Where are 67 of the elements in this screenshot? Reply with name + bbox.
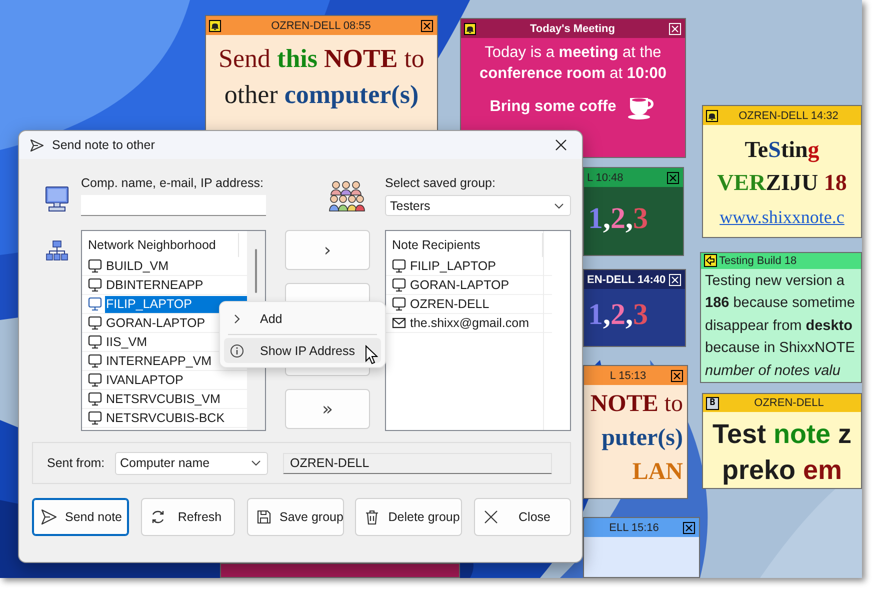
transfer-button[interactable]: › bbox=[285, 230, 370, 270]
dialog-button[interactable]: Send note bbox=[32, 498, 129, 536]
note-text: conference room at 10:00 bbox=[480, 65, 666, 82]
list-item[interactable]: INTERNEAPP_VM bbox=[105, 352, 213, 370]
note-title: L 15:13 bbox=[608, 370, 648, 382]
note-text: LAN bbox=[632, 459, 683, 485]
note-badge[interactable]: B bbox=[706, 396, 719, 410]
note-title-bar[interactable]: L 15:13 bbox=[584, 366, 687, 385]
sender-name-field[interactable]: OZREN-DELL bbox=[283, 452, 552, 474]
note-text: because in ShixxNOTE bbox=[705, 340, 855, 356]
group-dropdown[interactable]: Testers bbox=[385, 195, 571, 216]
list-item[interactable]: BUILD_VM bbox=[105, 258, 170, 274]
note-text: number of notes valu bbox=[705, 362, 840, 378]
column-header: Network Neighborhood bbox=[82, 233, 239, 257]
window-title: Send note to other bbox=[52, 138, 156, 152]
sender-dropdown[interactable]: Computer name bbox=[115, 452, 268, 474]
note-text: Today is a meeting at the bbox=[484, 44, 662, 61]
menu-item[interactable]: Show IP Address bbox=[224, 338, 381, 363]
field-label: Sent from: bbox=[47, 456, 106, 470]
dialog-button[interactable]: Save group bbox=[246, 498, 344, 536]
list-item[interactable]: IVANLAPTOP bbox=[105, 372, 184, 388]
note-title-bar[interactable]: ELL 15:16 bbox=[584, 518, 699, 537]
list-item[interactable]: GORAN-LAPTOP bbox=[105, 314, 206, 332]
note-text: NOTE to bbox=[590, 391, 683, 417]
note-title: OZREN-DELL bbox=[753, 397, 825, 409]
note-text: TeSting bbox=[744, 137, 820, 162]
dialog-button[interactable]: Delete group bbox=[355, 498, 462, 536]
note-title: Today's Meeting bbox=[529, 22, 616, 34]
note-title: OZREN-DELL 14:32 bbox=[738, 110, 840, 122]
dialog-button[interactable]: Refresh bbox=[140, 498, 235, 536]
note-text: Send this NOTE to bbox=[218, 44, 424, 73]
note-text: 1,2,3 bbox=[588, 298, 648, 331]
note-title-bar[interactable]: OZREN-DELL 08:55 bbox=[206, 16, 437, 35]
list-item[interactable]: NETSRVCUBIS_VM bbox=[105, 390, 222, 408]
link[interactable]: www.shixxnote.c bbox=[720, 207, 844, 227]
note-title: L 10:48 bbox=[587, 172, 624, 184]
note-text: 186 because sometime bbox=[705, 295, 855, 311]
note-title-bar[interactable]: B OZREN-DELL bbox=[703, 394, 861, 412]
transfer-button[interactable]: » bbox=[285, 389, 370, 429]
list-item[interactable]: DBINTERNEAPP bbox=[105, 276, 204, 294]
list-item[interactable]: the.shixx@gmail.com bbox=[409, 314, 530, 332]
note-text: puter(s) bbox=[602, 425, 683, 451]
note-text: other computer(s) bbox=[224, 80, 419, 109]
note-text: disappear from deskto bbox=[705, 318, 852, 334]
list-item[interactable]: IIS_VM bbox=[105, 334, 148, 350]
note-title: ELL 15:16 bbox=[608, 522, 660, 534]
note-text: preko em bbox=[722, 455, 842, 485]
note-title: EN-DELL 14:40 bbox=[587, 274, 667, 286]
note-title-bar[interactable]: L 10:48 bbox=[584, 168, 683, 187]
list-item[interactable]: GORAN-LAPTOP bbox=[409, 276, 510, 294]
note-title-bar[interactable]: Today's Meeting bbox=[461, 19, 685, 38]
field-label: Select saved group: bbox=[385, 176, 496, 191]
note-title: OZREN-DELL 08:55 bbox=[270, 20, 372, 32]
note-text: VERZIJU 18 bbox=[717, 170, 847, 195]
dialog-button[interactable]: Close bbox=[474, 498, 571, 536]
note-title-bar[interactable]: EN-DELL 14:40 bbox=[584, 270, 685, 289]
note-text: Test note z bbox=[712, 419, 852, 449]
note-title: Testing Build 18 bbox=[719, 254, 798, 267]
list-item[interactable]: NETSRVCUBIS-BCK bbox=[105, 410, 226, 426]
list-item[interactable]: OZREN-DELL bbox=[409, 296, 490, 312]
field-label: Comp. name, e-mail, IP address: bbox=[81, 176, 264, 191]
note-text: 1,2,3 bbox=[588, 202, 648, 235]
note-text: Bring some coffe bbox=[490, 96, 616, 116]
note-text: Testing new version a bbox=[705, 272, 844, 288]
note-title-bar[interactable]: OZREN-DELL 14:32 bbox=[703, 106, 861, 125]
note-title-bar[interactable]: Testing Build 18 bbox=[701, 253, 861, 268]
list-item[interactable]: FILIP_LAPTOP bbox=[409, 258, 497, 274]
